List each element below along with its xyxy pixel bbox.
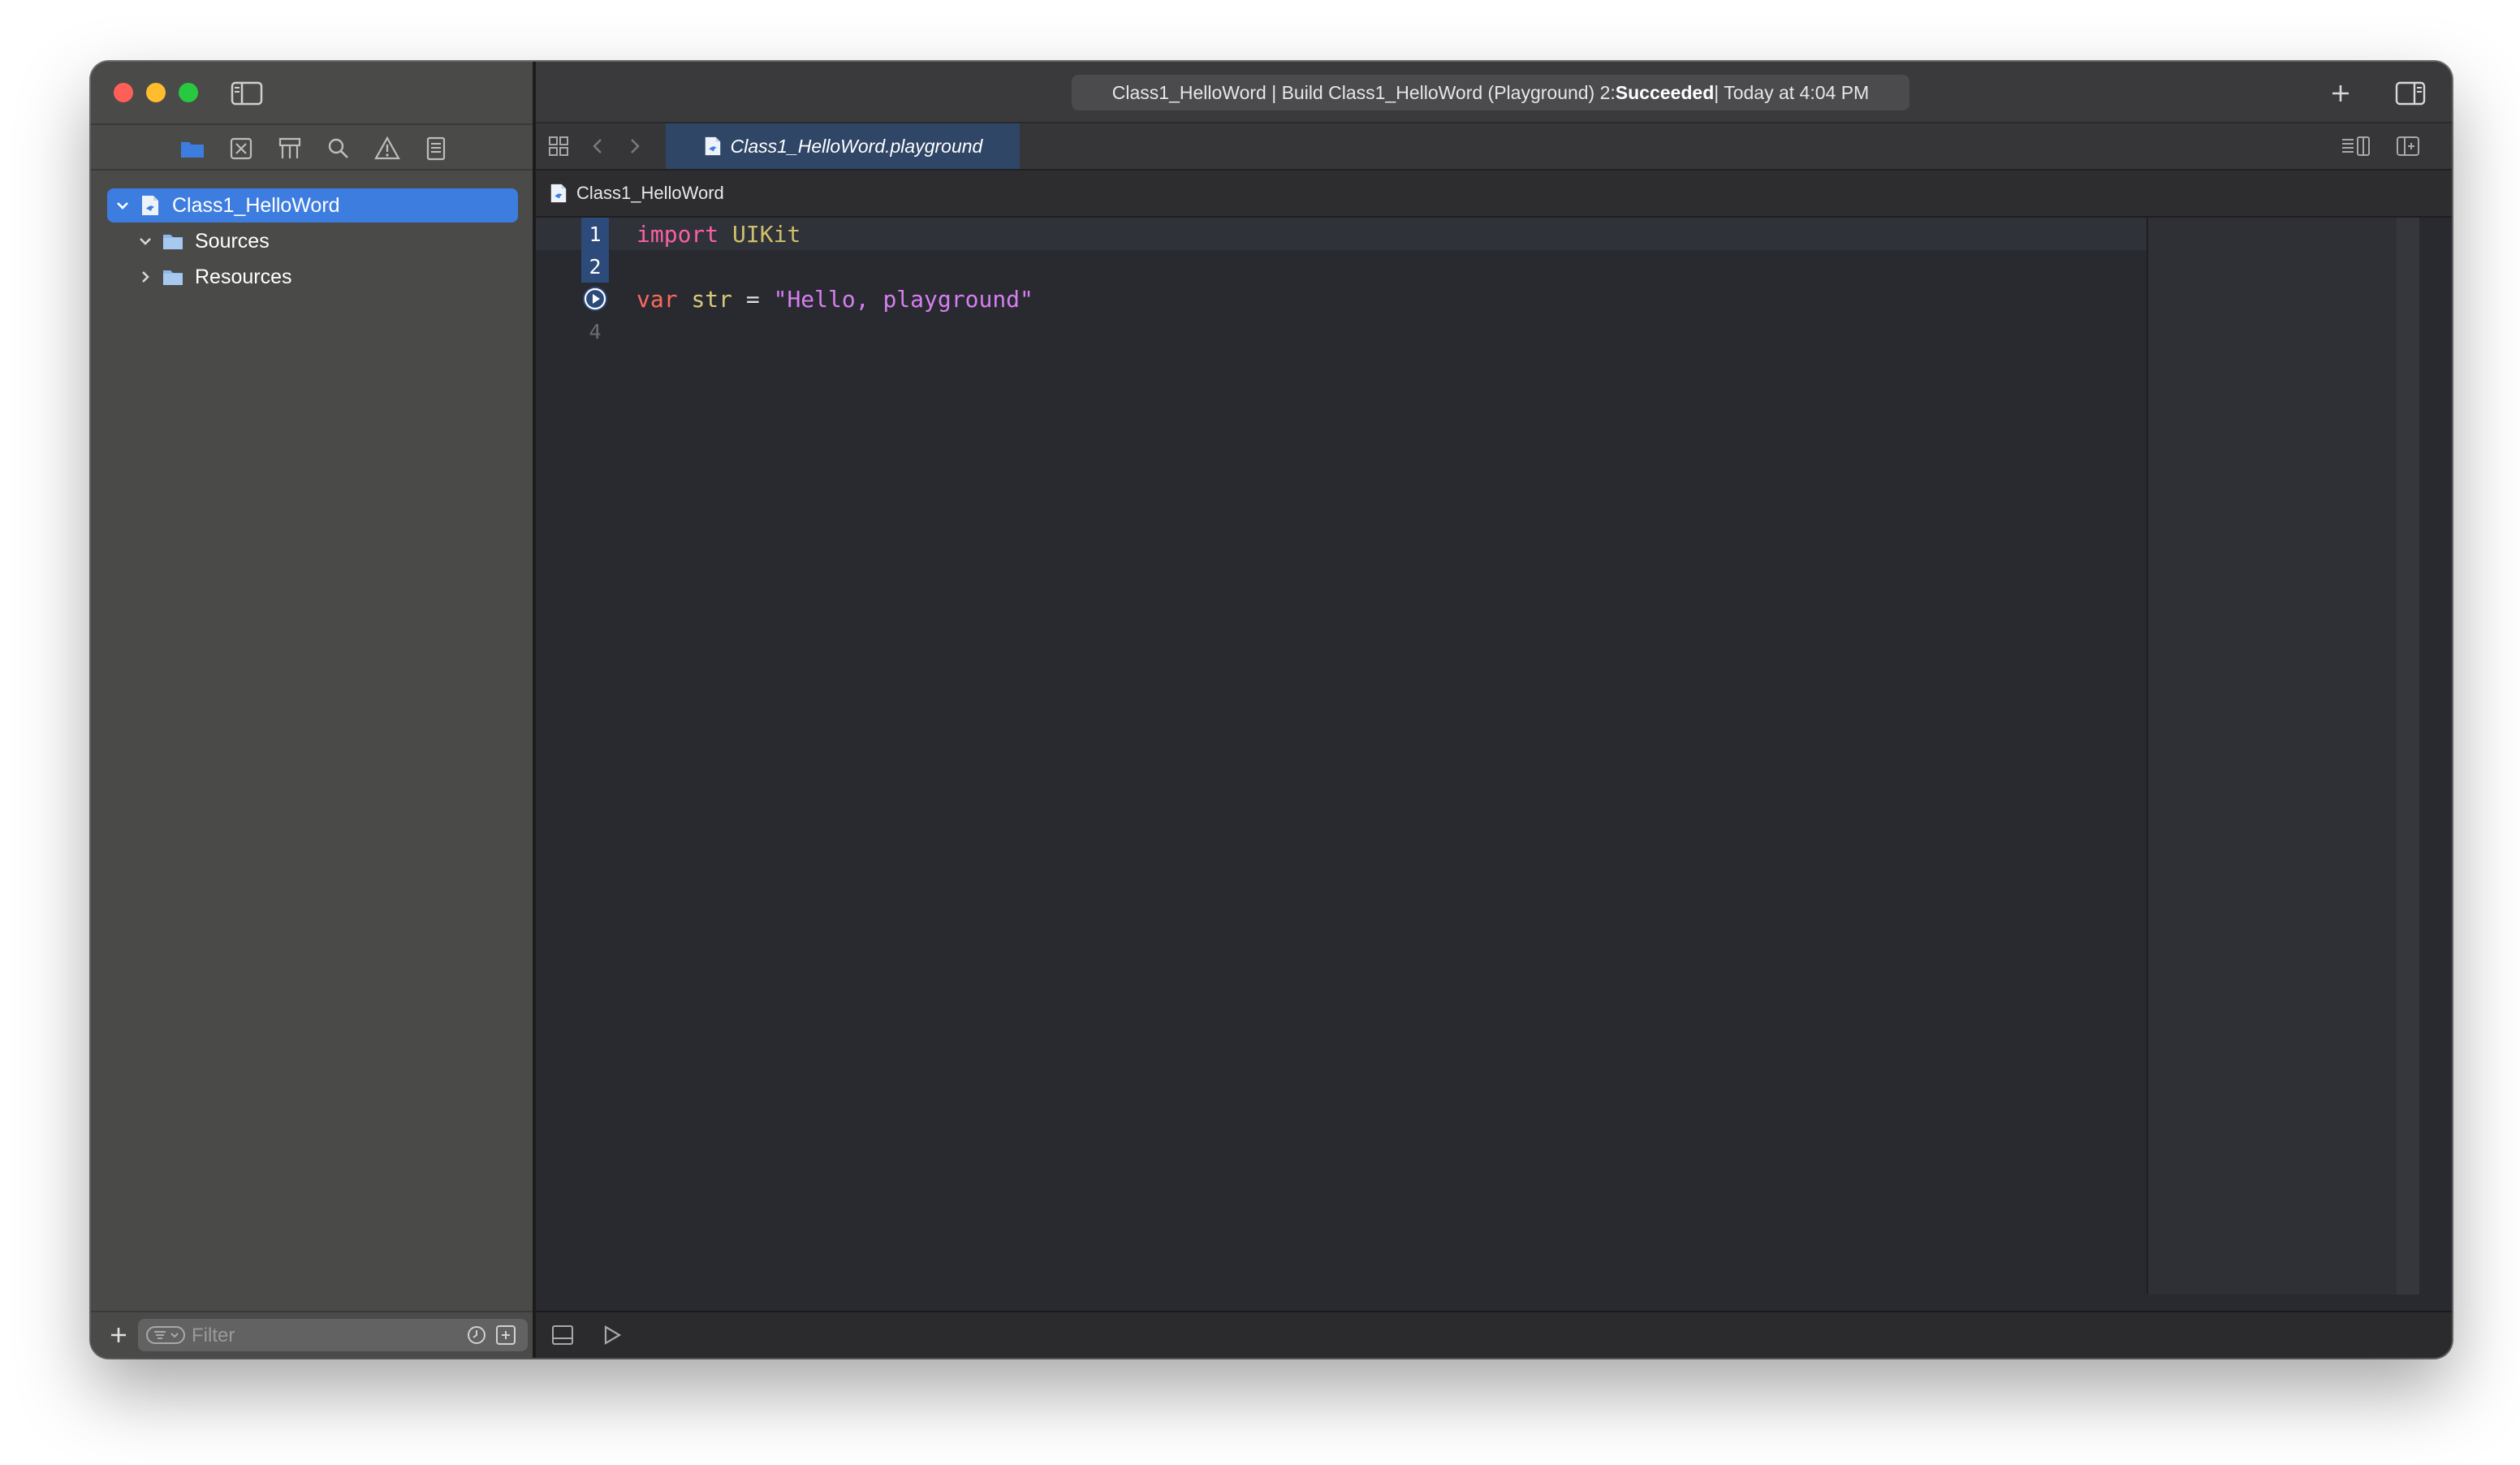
playground-file-icon [705,136,720,156]
editor-tab-bar: Class1_HelloWord.playground [536,123,2452,171]
line-number: 2 [581,250,609,283]
tree-item-resources[interactable]: Resources [130,260,292,294]
editor-options-icon[interactable] [2340,135,2372,158]
filter-field[interactable] [138,1319,528,1353]
inspector-toggle-icon[interactable] [2395,80,2426,107]
tab-playground[interactable]: Class1_HelloWord.playground [666,123,1020,169]
activity-status: Class1_HelloWord | Build Class1_HelloWor… [1072,75,1909,110]
results-scroll-strip[interactable] [2397,218,2419,1294]
breadcrumb[interactable]: Class1_HelloWord [576,183,724,204]
line-number: 4 [589,319,602,344]
code-identifier: str [691,285,733,313]
code-string: "Hello, playground" [773,285,1033,313]
filter-options-icon[interactable] [146,1325,185,1345]
code-keyword: var [636,285,678,313]
chevron-down-icon[interactable] [136,232,154,250]
tree-item-project[interactable]: Class1_HelloWord [107,188,518,223]
chevron-down-icon[interactable] [114,197,132,214]
xcode-window: Class1_HelloWord Sources Resources Filte… [91,62,2452,1358]
report-icon[interactable] [422,135,450,162]
find-icon[interactable] [325,135,352,162]
zoom-window-button[interactable] [179,83,198,102]
project-navigator-folder-icon[interactable] [179,135,206,162]
add-library-icon[interactable] [2327,80,2354,107]
tree-item-sources[interactable]: Sources [130,224,270,258]
playground-file-icon [142,196,158,215]
code-editor[interactable]: 1 import UIKit 2 var str = "Hello, playg… [536,218,2147,1294]
run-line-play-icon[interactable] [581,285,609,313]
source-control-icon[interactable] [227,135,255,162]
chevron-right-icon[interactable] [136,268,154,286]
tree-item-label: Sources [195,229,270,253]
code-line[interactable]: 1 import UIKit [536,218,2147,250]
add-icon[interactable] [107,1324,130,1346]
debug-bar [536,1311,2452,1358]
close-window-button[interactable] [114,83,133,102]
status-prefix: Class1_HelloWord | Build Class1_HelloWor… [1111,81,1616,103]
line-number: 1 [581,218,609,250]
debug-area-toggle-icon[interactable] [550,1324,575,1346]
navigator-sidebar: Class1_HelloWord Sources Resources Filte… [91,62,536,1358]
run-playground-icon[interactable] [601,1324,624,1346]
symbol-navigator-icon[interactable] [276,135,304,162]
source-control-filter-icon[interactable] [495,1325,516,1346]
recent-files-clock-icon[interactable] [466,1325,487,1346]
status-result: Succeeded [1615,81,1715,103]
add-editor-icon[interactable] [2395,135,2421,158]
code-keyword: import [636,220,719,248]
issue-warning-icon[interactable] [373,135,401,162]
code-operator: = [745,285,760,313]
playground-file-icon [550,184,567,203]
tree-item-label: Resources [195,265,292,288]
results-sidebar [2147,218,2419,1294]
minimize-window-button[interactable] [146,83,166,102]
sidebar-footer [91,1311,533,1358]
filter-input[interactable] [190,1319,437,1353]
chevron-right-icon[interactable] [625,136,643,156]
status-suffix: | Today at 4:04 PM [1714,81,1870,103]
chevron-left-icon[interactable] [589,136,607,156]
code-type: UIKit [732,220,801,248]
jump-bar: Class1_HelloWord [536,171,2452,218]
window-titlebar: Class1_HelloWord | Build Class1_HelloWor… [536,62,2452,123]
tree-item-label: Class1_HelloWord [172,193,340,217]
navigator-tabs [91,123,533,171]
folder-icon [163,235,183,249]
related-items-grid-icon[interactable] [547,135,570,158]
sidebar-titlebar [91,62,533,123]
editor-area: Class1_HelloWord | Build Class1_HelloWor… [536,62,2452,1358]
folder-icon [163,270,183,285]
tab-label: Class1_HelloWord.playground [730,135,983,157]
sidebar-toggle-icon[interactable] [231,81,263,106]
